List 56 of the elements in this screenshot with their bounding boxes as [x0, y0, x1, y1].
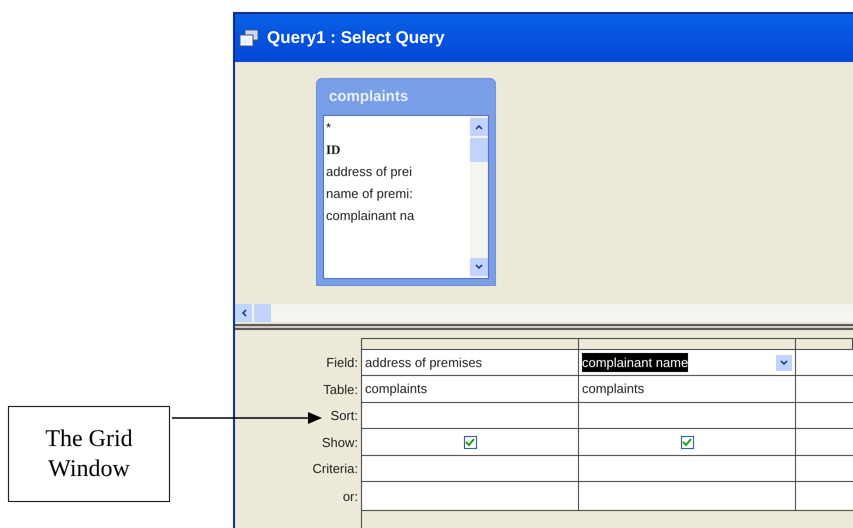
window-title: Query1 : Select Query [267, 27, 445, 50]
scroll-up-button[interactable] [470, 118, 488, 136]
checkbox[interactable] [464, 436, 476, 448]
field-value: complainant name [582, 352, 688, 372]
grid-cell[interactable] [796, 456, 853, 482]
grid-cell[interactable] [579, 482, 796, 511]
field-value: address of premises [365, 354, 482, 372]
grid-cell[interactable] [362, 456, 579, 482]
column-selector[interactable] [579, 338, 796, 350]
scroll-left-button[interactable] [235, 304, 252, 322]
grid-cell[interactable] [796, 403, 853, 429]
scrollbar[interactable] [470, 116, 488, 278]
grid-cell[interactable] [362, 403, 579, 429]
checkbox[interactable] [680, 436, 694, 448]
field-cell[interactable]: address of premises [362, 350, 579, 376]
row-label: Table: [323, 380, 358, 399]
row-label: or: [342, 488, 358, 506]
grid-cell[interactable] [362, 482, 579, 511]
grid-cell[interactable] [362, 429, 579, 456]
grid-cell[interactable] [579, 403, 796, 429]
field-list-item[interactable]: address of prei [326, 162, 470, 184]
horizontal-scrollbar[interactable] [235, 304, 853, 322]
dropdown-button[interactable] [776, 354, 792, 370]
field-cell[interactable]: complainant name [579, 350, 796, 376]
table-name: complaints [365, 380, 428, 398]
grid-cell[interactable] [579, 456, 796, 482]
grid-cell[interactable] [796, 350, 853, 376]
column-selector[interactable] [362, 338, 579, 350]
grid-cell[interactable]: complaints [362, 376, 579, 403]
grid-cell[interactable] [796, 482, 853, 511]
grid-cell[interactable] [796, 376, 853, 403]
chevron-down-icon [475, 264, 483, 270]
scroll-thumb[interactable] [254, 304, 271, 322]
table-name: complaints [582, 380, 644, 398]
field-list-item[interactable]: * [326, 118, 470, 140]
chevron-left-icon [240, 309, 246, 317]
grid-cell[interactable] [579, 429, 796, 456]
row-label: Show: [322, 434, 358, 452]
field-list-item[interactable]: ID [326, 140, 470, 162]
chevron-down-icon [780, 360, 788, 366]
chevron-up-icon [475, 124, 483, 130]
scroll-down-button[interactable] [470, 258, 488, 276]
grid-cell[interactable]: complaints [579, 376, 796, 403]
table-title: complaints [328, 86, 410, 107]
grid-cell[interactable] [796, 429, 853, 456]
check-icon [465, 437, 475, 447]
field-list-item[interactable]: complainant na [326, 206, 470, 228]
annotation-label: The Grid Window [8, 406, 170, 502]
row-label: Field: [326, 354, 358, 372]
field-list-item[interactable]: name of premi: [326, 184, 470, 206]
window-icon [239, 29, 259, 47]
scroll-thumb[interactable] [470, 138, 488, 162]
column-selector[interactable] [796, 338, 853, 350]
check-icon [682, 437, 692, 447]
row-label: Criteria: [312, 460, 358, 478]
row-label: Sort: [330, 407, 358, 426]
